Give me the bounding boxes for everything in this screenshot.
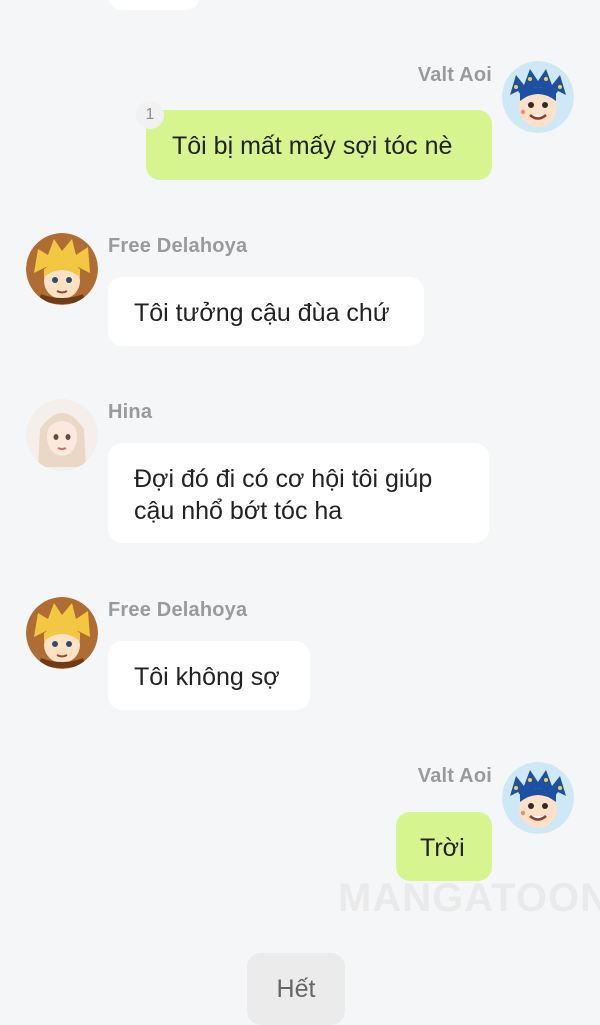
sender-name: Valt Aoi (417, 765, 492, 787)
watermark-logo: MANGATOON (338, 876, 600, 920)
end-button[interactable]: Hết (247, 953, 345, 1025)
free-delahoya-avatar-icon[interactable] (26, 233, 98, 305)
message-text: Tôi bị mất mấy sợi tóc nè (172, 132, 453, 160)
previous-message-bubble (108, 0, 200, 10)
sender-name: Valt Aoi (417, 64, 492, 86)
message-text: Tôi tưởng cậu đùa chứ (134, 299, 390, 327)
valt-aoi-avatar-icon[interactable] (502, 762, 574, 834)
message-bubble[interactable]: Đợi đó đi có cơ hội tôi giúp cậu nhổ bớt… (108, 443, 489, 543)
free-delahoya-avatar-icon[interactable] (26, 597, 98, 669)
hina-avatar-icon[interactable] (26, 399, 98, 471)
sender-name: Free Delahoya (108, 235, 248, 257)
sender-name: Hina (108, 401, 153, 423)
message-text: Trời (420, 834, 465, 862)
message-bubble[interactable]: Trời (396, 812, 492, 881)
message-bubble[interactable]: Tôi bị mất mấy sợi tóc nè (146, 110, 492, 180)
chat-screen: Valt Aoi Tôi bị mất mấy sợi tóc nè 1 Fre… (0, 0, 600, 1025)
message-count-badge: 1 (136, 101, 164, 129)
message-text-line: Đợi đó đi có cơ hội tôi giúp (134, 465, 433, 493)
message-text-line: cậu nhổ bớt tóc ha (134, 497, 343, 525)
message-bubble[interactable]: Tôi không sợ (108, 641, 310, 710)
sender-name: Free Delahoya (108, 599, 248, 621)
valt-aoi-avatar-icon[interactable] (502, 61, 574, 133)
message-text: Tôi không sợ (134, 663, 280, 691)
message-bubble[interactable]: Tôi tưởng cậu đùa chứ (108, 277, 424, 346)
